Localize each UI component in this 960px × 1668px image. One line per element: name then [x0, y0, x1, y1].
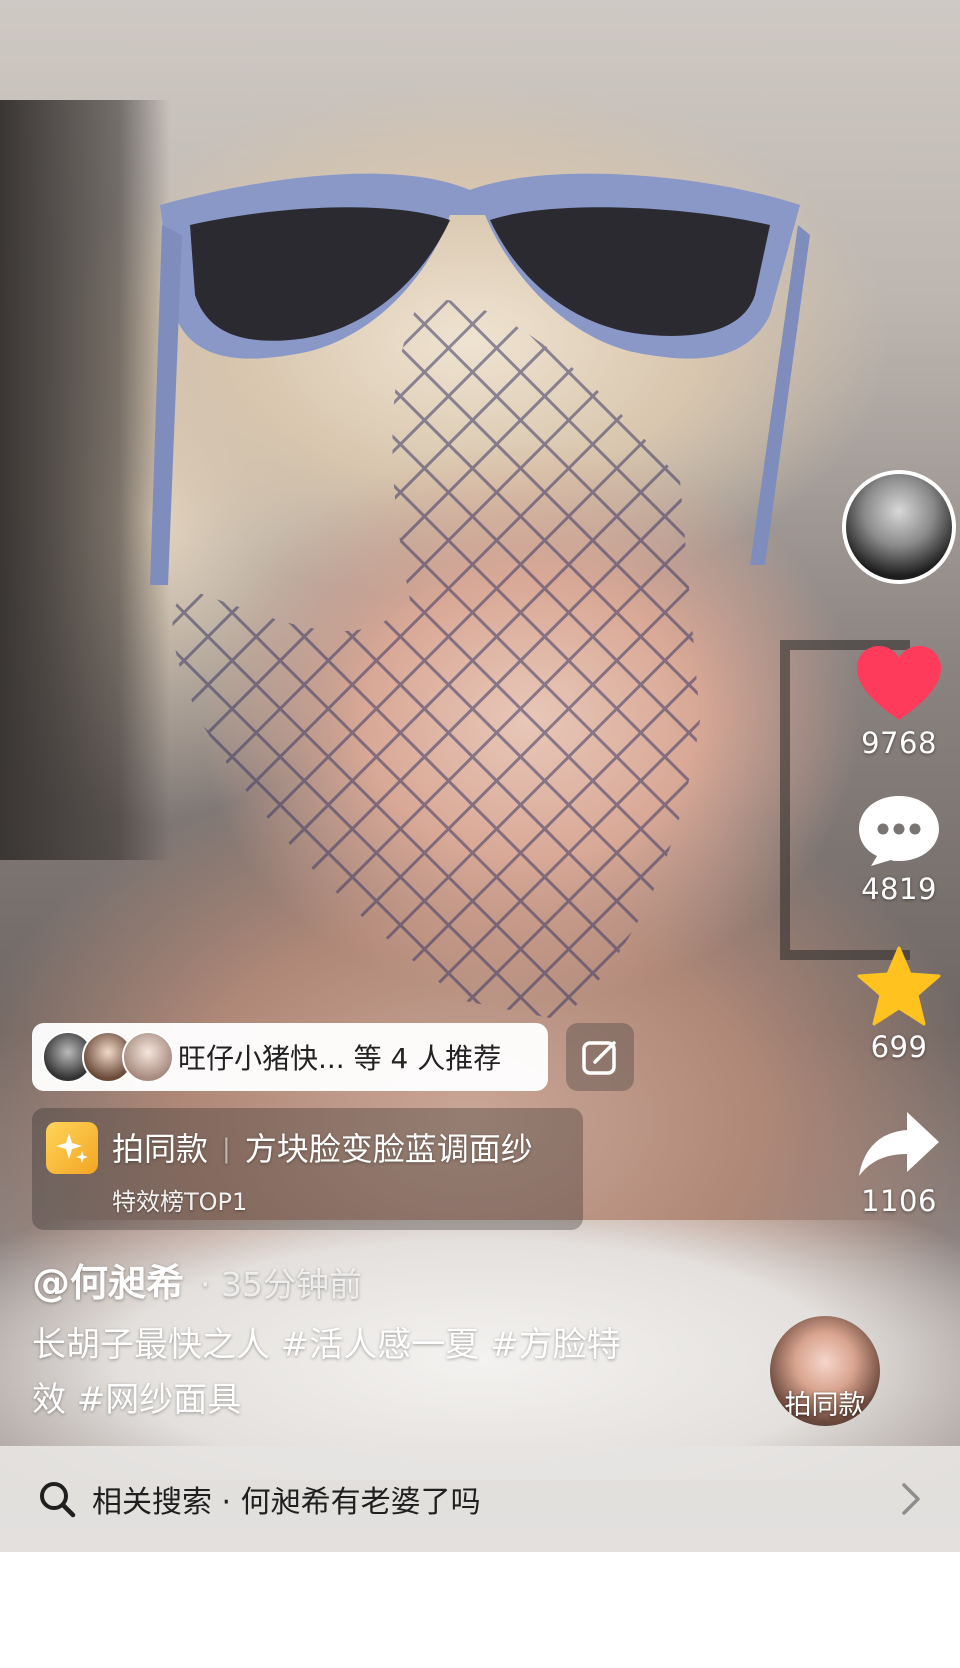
favorite-count: 699 [870, 1030, 928, 1064]
author-row: @何昶希 · 35分钟前 [32, 1252, 362, 1307]
same-style-label: 拍同款 [784, 1390, 866, 1421]
action-rail: 9768 4819 699 1106 [820, 470, 960, 1218]
sparkle-icon [46, 1122, 98, 1174]
share-button[interactable]: 1106 [857, 1110, 941, 1218]
bottom-strip [0, 1552, 960, 1668]
author-name[interactable]: @何昶希 [32, 1261, 184, 1305]
comment-icon [859, 796, 939, 866]
effect-rank: 特效榜TOP1 [112, 1188, 248, 1216]
like-button[interactable]: 9768 [857, 646, 941, 760]
background-wall [0, 100, 170, 860]
caption[interactable]: 长胡子最快之人 #活人感一夏 #方脸特 效 #网纱面具 [32, 1318, 692, 1428]
heart-icon [857, 646, 941, 720]
comment-count: 4819 [861, 872, 937, 906]
recommender-avatar [122, 1031, 174, 1083]
favorite-button[interactable]: 699 [857, 946, 941, 1064]
edit-button[interactable] [566, 1023, 634, 1091]
effect-title-line: 拍同款 | 方块脸变脸蓝调面纱 [112, 1124, 533, 1170]
caption-line: 效 #网纱面具 [32, 1380, 242, 1420]
chevron-right-icon [902, 1483, 920, 1515]
recommender-avatars [42, 1031, 174, 1083]
related-search-bar[interactable]: 相关搜索 · 何昶希有老婆了吗 [0, 1446, 960, 1552]
effect-action[interactable]: 拍同款 [112, 1130, 208, 1168]
share-count: 1106 [861, 1184, 937, 1218]
effect-card[interactable]: 拍同款 | 方块脸变脸蓝调面纱 特效榜TOP1 [32, 1108, 583, 1230]
effect-name: 方块脸变脸蓝调面纱 [244, 1130, 533, 1168]
post-time: · 35分钟前 [200, 1265, 362, 1304]
edit-icon [582, 1041, 616, 1075]
same-style-button[interactable]: 拍同款 [770, 1316, 880, 1426]
like-count: 9768 [861, 726, 937, 760]
related-search-text: 相关搜索 · 何昶希有老婆了吗 [92, 1485, 481, 1520]
author-avatar[interactable] [842, 470, 956, 584]
caption-line: 长胡子最快之人 #活人感一夏 #方脸特 [32, 1325, 621, 1365]
share-icon [859, 1112, 939, 1176]
recommend-pill[interactable]: 旺仔小猪快... 等 4 人推荐 [32, 1023, 548, 1091]
star-icon [857, 946, 941, 1026]
recommend-text: 旺仔小猪快... 等 4 人推荐 [178, 1042, 502, 1075]
comment-button[interactable]: 4819 [857, 794, 941, 906]
sunglasses-effect [150, 173, 810, 585]
search-icon [40, 1482, 76, 1518]
video-player[interactable]: 9768 4819 699 1106 旺仔小猪快... 等 4 人推荐 拍同款 … [0, 0, 960, 1668]
divider: | [222, 1134, 231, 1164]
